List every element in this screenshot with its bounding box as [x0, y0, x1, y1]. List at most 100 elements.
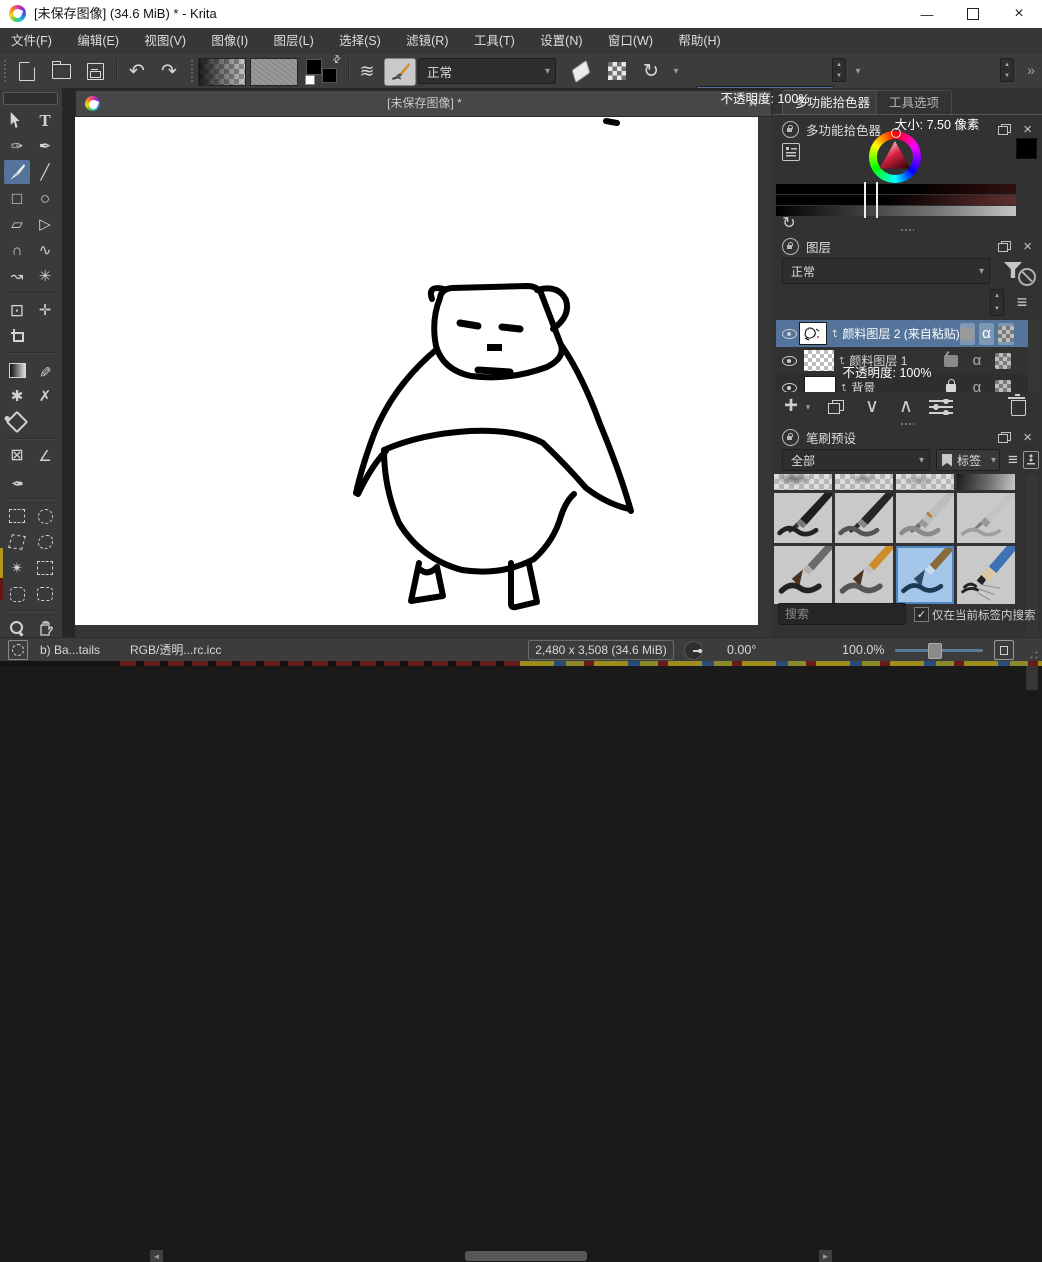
layer-opacity-slider[interactable]: 不透明度: 100% [782, 359, 992, 388]
lock-icon[interactable] [782, 429, 799, 446]
search-scope-checkbox[interactable]: ✓ [914, 607, 929, 622]
save-button[interactable] [82, 58, 108, 84]
tool-colorize-mask[interactable]: ✗ [32, 384, 58, 408]
gradient-chooser-button[interactable] [198, 58, 246, 86]
layer-lock-toggle[interactable] [960, 323, 975, 345]
tool-color-picker[interactable]: ✐ [32, 358, 58, 382]
menu-file[interactable]: 文件(F) [0, 28, 63, 54]
visibility-eye-icon[interactable] [782, 326, 793, 342]
layer-options-menu-button[interactable]: ≡ [1010, 291, 1034, 313]
menu-select[interactable]: 选择(S) [328, 28, 392, 54]
canvas-vscrollbar[interactable]: ▲ ▼ [758, 117, 772, 625]
tool-move[interactable]: ✛ [32, 298, 58, 322]
move-layer-down-button[interactable]: ∨ [860, 392, 884, 420]
undo-button[interactable]: ↶ [124, 58, 150, 84]
foreground-color-swatch[interactable] [306, 59, 322, 75]
menu-view[interactable]: 视图(V) [133, 28, 197, 54]
canvas[interactable] [75, 117, 758, 625]
brush-view-menu-button[interactable]: ≡ [1004, 449, 1022, 471]
zoom-slider-thumb[interactable] [928, 643, 942, 659]
brush-search-input[interactable] [778, 603, 906, 625]
eraser-mode-button[interactable] [568, 58, 594, 84]
menu-image[interactable]: 图像(I) [200, 28, 259, 54]
fit-page-button[interactable] [994, 640, 1014, 660]
scroll-left-button[interactable]: ◄ [150, 1250, 163, 1262]
brush-preset-item[interactable] [896, 493, 954, 543]
refresh-history-button[interactable]: ↻ [780, 214, 798, 232]
tool-ellipse[interactable]: ○ [32, 186, 58, 210]
open-document-button[interactable] [48, 58, 74, 84]
add-layer-chevron[interactable]: ▾ [802, 400, 814, 414]
menu-edit[interactable]: 编辑(E) [66, 28, 130, 54]
tool-gradient[interactable] [4, 358, 30, 382]
brush-preset-item[interactable] [774, 474, 832, 490]
close-docker-icon[interactable]: × [1023, 122, 1032, 137]
brush-preset-item[interactable] [957, 474, 1015, 490]
brush-preset-item[interactable] [774, 493, 832, 543]
layer-row-selected[interactable]: ↩ 颜料图层 2 (来自粘贴) α [776, 320, 1028, 347]
spin-down-icon[interactable]: ▼ [1001, 70, 1013, 81]
brush-presets-header[interactable]: 笔刷预设 × [782, 427, 1032, 447]
tool-reference-images[interactable]: ✒ [4, 470, 30, 494]
toolbox-header[interactable] [3, 92, 58, 105]
tool-bezier-select[interactable] [4, 582, 30, 606]
inherit-alpha-toggle[interactable] [998, 323, 1014, 345]
menu-help[interactable]: 帮助(H) [667, 28, 731, 54]
tool-magnetic-select[interactable] [32, 582, 58, 606]
color-bar-saturation[interactable] [776, 195, 1016, 205]
menu-tools[interactable]: 工具(T) [463, 28, 526, 54]
tool-similar-color-select[interactable]: ✴ [4, 556, 30, 580]
swap-colors-icon[interactable]: ⇄ [330, 53, 344, 67]
opacity-spinner[interactable]: ▲ ▼ [832, 58, 846, 82]
spin-down-icon[interactable]: ▼ [833, 70, 845, 81]
tool-polygon[interactable]: ▱ [4, 212, 30, 236]
tool-calligraphy[interactable]: ✒ [32, 134, 58, 158]
pattern-chooser-button[interactable] [250, 58, 298, 86]
tool-multibrush[interactable]: ✳ [32, 264, 58, 288]
tool-select-shapes[interactable] [4, 108, 30, 132]
tool-crop[interactable] [4, 324, 30, 348]
menu-layer[interactable]: 图层(L) [263, 28, 325, 54]
menu-filter[interactable]: 滤镜(R) [395, 28, 459, 54]
close-button[interactable]: × [996, 0, 1042, 28]
reload-preset-button[interactable]: ↻ [638, 58, 664, 84]
opacity-slider[interactable]: 不透明度: 100% [696, 86, 834, 112]
brush-preset-item[interactable] [957, 546, 1015, 604]
layer-list-scrollbar[interactable]: ▲ ▼ [1028, 320, 1040, 392]
preserve-alpha-button[interactable] [604, 58, 630, 84]
brush-option-button[interactable]: ≋ [354, 58, 380, 84]
subwindow-titlebar[interactable]: [未保存图像] * × [75, 90, 772, 117]
spin-up-icon[interactable]: ▲ [833, 59, 845, 70]
tab-tool-options[interactable]: 工具选项 [876, 90, 952, 115]
no-color-button[interactable] [1018, 268, 1036, 286]
menu-window[interactable]: 窗口(W) [597, 28, 664, 54]
tool-freehand-select[interactable] [32, 530, 58, 554]
size-spinner[interactable]: ▲ ▼ [1000, 58, 1014, 82]
float-docker-icon[interactable] [998, 432, 1011, 443]
tool-smart-patch[interactable]: ✱ [4, 384, 30, 408]
tool-polyline[interactable]: ▷ [32, 212, 58, 236]
default-colors-swatch[interactable] [305, 75, 315, 85]
selection-mode-indicator[interactable] [8, 640, 28, 660]
blending-mode-select[interactable]: 正常 ▾ [418, 58, 556, 84]
lock-icon[interactable] [782, 121, 799, 138]
color-wheel[interactable] [869, 131, 921, 183]
float-docker-icon[interactable] [998, 241, 1011, 252]
tool-measure[interactable]: ∠ [32, 444, 58, 468]
alpha-lock-toggle[interactable]: α [979, 323, 994, 345]
brush-preset-item[interactable] [835, 474, 893, 490]
color-selector-settings-button[interactable] [782, 143, 800, 161]
tag-button[interactable]: 标签 ▾ [936, 449, 1000, 471]
redo-button[interactable]: ↷ [156, 58, 182, 84]
layer-blend-mode-select[interactable]: 正常 ▾ [782, 258, 990, 284]
new-document-button[interactable] [14, 58, 40, 84]
background-color-swatch[interactable] [322, 68, 337, 83]
brush-preset-item[interactable] [774, 546, 832, 604]
tool-freehand-path[interactable]: ∿ [32, 238, 58, 262]
scroll-right-button[interactable]: ► [819, 1250, 832, 1262]
hscroll-thumb[interactable] [465, 1251, 587, 1261]
brush-preset-item[interactable] [835, 546, 893, 604]
add-layer-button[interactable]: + [780, 392, 802, 420]
delete-layer-button[interactable] [1008, 394, 1028, 418]
tool-freehand-brush[interactable] [4, 160, 30, 184]
